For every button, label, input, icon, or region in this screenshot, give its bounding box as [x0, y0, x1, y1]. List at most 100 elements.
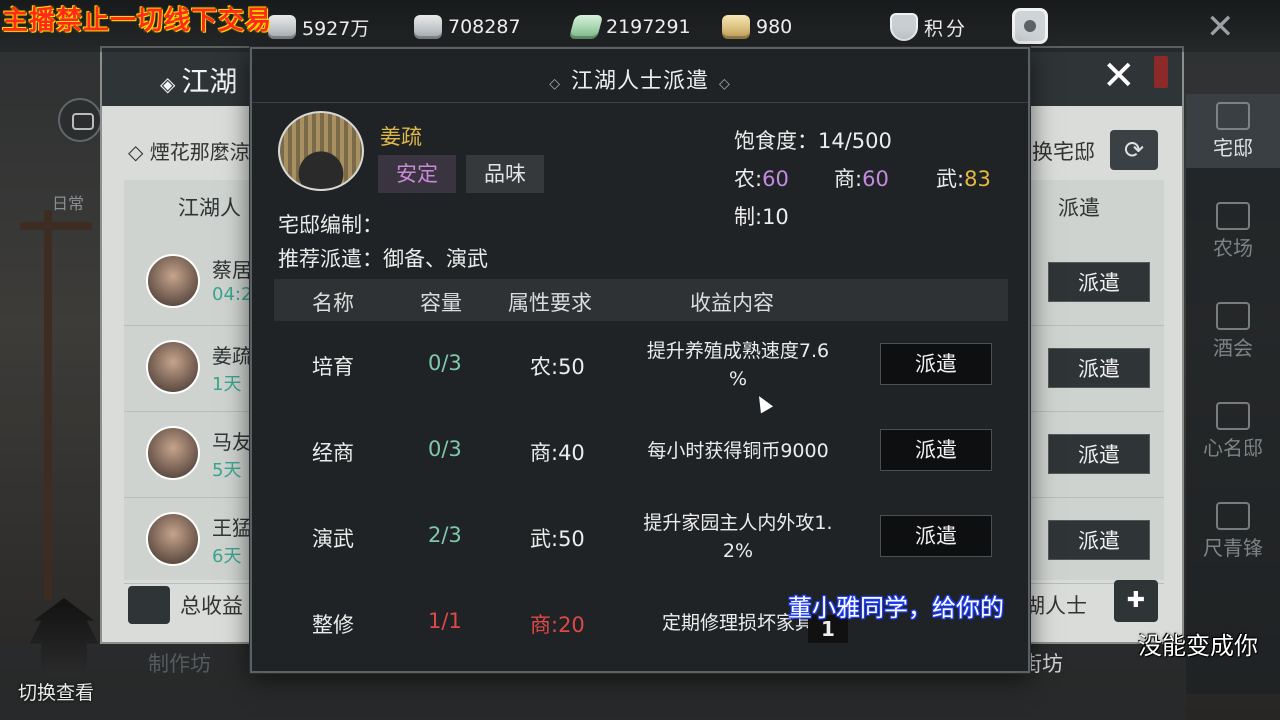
income-icon[interactable] [128, 586, 170, 624]
gold-ingot-icon [722, 15, 750, 39]
diamond-left-icon: ◇ [549, 76, 561, 92]
silver-coin-icon [268, 15, 296, 39]
wooden-post [44, 210, 52, 600]
close-icon[interactable]: ✕ [1206, 10, 1235, 44]
job-capacity: 1/1 [428, 609, 462, 633]
resource-value: 2197291 [606, 16, 691, 38]
status-tag: 安定 [378, 155, 456, 193]
job-capacity: 0/3 [428, 351, 462, 375]
npc-time: 1天 [212, 374, 242, 395]
sidebar-item-famous-house[interactable]: 心名邸 [1186, 394, 1280, 468]
jade-ticket-icon [568, 15, 604, 39]
business-stat: 商:60 [834, 163, 889, 193]
settings-gear-icon[interactable] [1012, 8, 1048, 44]
danmu-comment: 没能变成你 [1138, 632, 1258, 660]
job-requirement: 武:50 [530, 527, 585, 551]
points-label: 积分 [924, 17, 969, 40]
house-icon [1216, 402, 1250, 430]
job-name: 经商 [312, 441, 354, 465]
job-benefit: 每小时获得铜币9000 [628, 437, 848, 465]
dispatch-button[interactable]: 派遣 [1048, 262, 1150, 302]
wooden-crossbar [20, 222, 92, 230]
avatar [146, 426, 200, 480]
npc-time: 04:2 [212, 284, 253, 305]
points-button[interactable]: 积分 [890, 12, 968, 42]
dispatch-button[interactable]: 派遣 [1048, 520, 1150, 560]
taste-tag: 品味 [466, 155, 544, 193]
column-header-capacity: 容量 [420, 291, 462, 315]
sidebar-item-mansion[interactable]: 宅邸 [1186, 94, 1280, 168]
dispatch-modal: ◇ 江湖人士派遣 ◇ 姜疏 安定 品味 宅邸编制： 推荐派遣：御备、演武 饱食度：1… [250, 47, 1030, 673]
sidebar-item-party[interactable]: 酒会 [1186, 294, 1280, 368]
modal-title-text: 江湖人士派遣 [570, 69, 709, 94]
resource-jade-ticket: 2197291 [568, 12, 691, 42]
npc-name: 姜疏 [212, 344, 252, 368]
dispatch-button[interactable]: 派遣 [880, 343, 992, 385]
martial-value: 83 [964, 167, 991, 191]
swap-mansion-button[interactable]: ⟳ [1110, 130, 1158, 170]
job-benefit-line: % [728, 368, 748, 390]
dispatch-button[interactable]: 派遣 [1048, 348, 1150, 388]
avatar [146, 254, 200, 308]
farm-icon [1216, 202, 1250, 230]
npc-label: 湖人士 [1024, 594, 1087, 618]
dispatch-button[interactable]: 派遣 [880, 515, 992, 557]
swap-mansion-label: 换宅邸 [1032, 140, 1095, 164]
job-benefit: 提升家园主人内外攻1. 2% [628, 509, 848, 565]
job-benefit: 提升养殖成熟速度7.6 % [628, 337, 848, 393]
sidebar-item-label: 心名邸 [1203, 436, 1263, 460]
npc-name: 马友 [212, 430, 252, 454]
npc-name: 王猛 [212, 516, 252, 540]
recommended-dispatch: 推荐派遣：御备、演武 [278, 247, 488, 271]
npc-time: 5天 [212, 460, 242, 481]
resource-value: 708287 [448, 16, 521, 38]
table-row: 培育 0/3 农:50 提升养殖成熟速度7.6 % 派遣 [274, 325, 1008, 411]
dispatch-button[interactable]: 派遣 [880, 429, 992, 471]
right-sidebar: 宅邸 农场 酒会 心名邸 尺青锋 [1186, 94, 1280, 694]
mansion-window-title: ◈ 江湖 [160, 60, 237, 100]
sidebar-item-label: 宅邸 [1213, 136, 1253, 160]
total-income-label: 总收益 [180, 594, 243, 618]
sidebar-item-farm[interactable]: 农场 [1186, 194, 1280, 268]
satiety-stat: 饱食度：14/500 [734, 125, 892, 155]
daily-label: 日常 [52, 194, 85, 213]
party-icon [1216, 302, 1250, 330]
martial-label: 武: [936, 167, 965, 191]
resource-silver-coin: 5927万 [268, 12, 369, 42]
resource-value: 980 [756, 16, 793, 38]
table-row: 经商 0/3 商:40 每小时获得铜币9000 派遣 [274, 411, 1008, 497]
diamond-icon: ◈ [160, 72, 176, 96]
column-header-benefit: 收益内容 [690, 291, 774, 315]
mansion-icon [1216, 102, 1250, 130]
player-name: ◇ 煙花那麼涼 [128, 140, 250, 164]
workshop-label[interactable]: 制作坊 [148, 648, 211, 678]
job-benefit-line: 每小时获得铜币9000 [647, 440, 829, 462]
npc-name: 蔡居 [212, 258, 252, 282]
business-value: 60 [862, 167, 889, 191]
farming-label: 农: [734, 167, 763, 191]
sidebar-item-sword[interactable]: 尺青锋 [1186, 494, 1280, 568]
shield-icon [890, 13, 918, 41]
column-header-requirement: 属性要求 [508, 291, 592, 315]
sidebar-item-label: 尺青锋 [1203, 536, 1263, 560]
dispatch-button[interactable]: 派遣 [1048, 434, 1150, 474]
seal-icon [1154, 56, 1168, 88]
resource-value: 5927万 [302, 17, 370, 40]
add-npc-icon[interactable]: ✚ [1114, 580, 1158, 622]
job-requirement: 农:50 [530, 355, 585, 379]
job-name: 演武 [312, 527, 354, 551]
house-assignment-label: 宅邸编制： [278, 213, 383, 237]
farming-value: 60 [762, 167, 789, 191]
avatar [146, 512, 200, 566]
player-name-text: 煙花那麼涼 [149, 140, 250, 164]
dispatch-table-header: 名称 容量 属性要求 收益内容 [274, 279, 1008, 321]
farming-stat: 农:60 [734, 163, 789, 193]
chat-icon[interactable] [58, 98, 102, 142]
npc-time: 6天 [212, 546, 242, 567]
switch-view-button[interactable]: 切换查看 [18, 678, 94, 705]
title-text: 江湖 [181, 65, 238, 98]
close-icon[interactable]: ✕ [1102, 54, 1136, 98]
column-header-dispatch: 派遣 [1058, 196, 1100, 220]
satiety-value: 14/500 [818, 129, 892, 153]
job-benefit-line: 提升家园主人内外攻1. [643, 512, 833, 534]
